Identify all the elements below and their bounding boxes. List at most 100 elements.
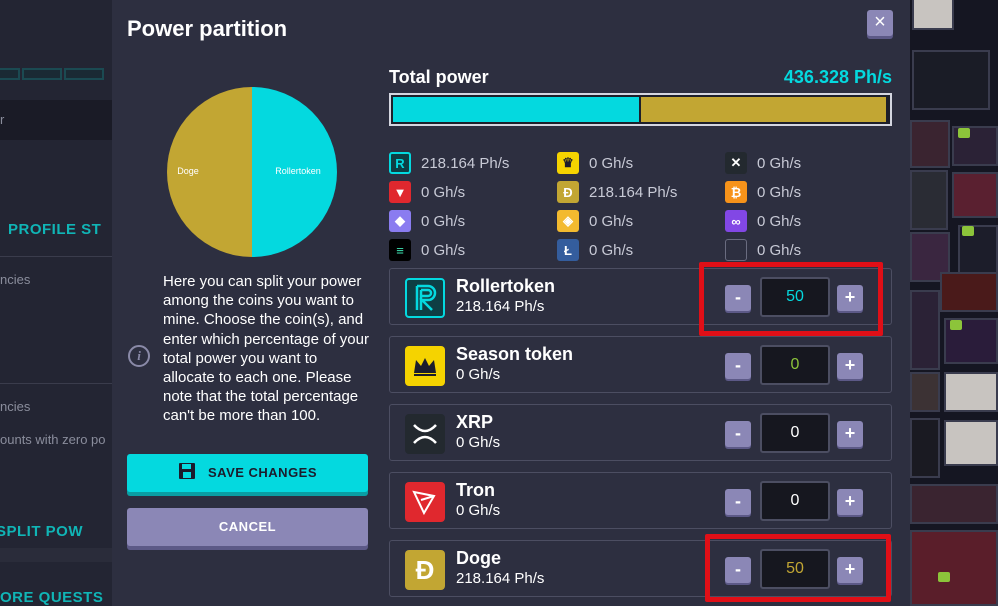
coin-row-power: 0 Gh/s [456,366,501,383]
coin-power-ethereum: ◆ 0 Gh/s [389,210,465,232]
increase-button[interactable]: + [837,421,863,447]
bg-tile [912,0,954,30]
bg-segment [0,68,20,80]
percentage-input[interactable]: 0 [760,413,830,453]
litecoin-icon: Ł [557,239,579,261]
coin-power-value: 218.164 Ph/s [589,183,678,201]
coin-power-matic: ∞ 0 Gh/s [725,210,801,232]
blank-coin-icon [725,239,747,261]
percentage-input[interactable]: 0 [760,481,830,521]
increase-button[interactable]: + [837,353,863,379]
coin-power-value: 0 Gh/s [589,154,634,172]
highlight-box [705,534,891,602]
bitcoin-icon: ₿ [725,181,747,203]
coin-power-value: 0 Gh/s [757,154,802,172]
coin-row-name: Doge [456,548,501,568]
coin-row-name: Season token [456,344,574,364]
xrp-icon [405,414,445,454]
coin-row-name: Rollertoken [456,276,556,296]
coin-power-blank: 0 Gh/s [725,239,801,261]
bg-tile [912,50,990,110]
coin-power-rollertoken: R 218.164 Ph/s [389,152,509,174]
pie-label-rollertoken: Rollertoken [275,166,321,176]
decrease-button[interactable]: - [725,353,751,379]
season-token-icon: ♛ [557,152,579,174]
decrease-button[interactable]: - [725,489,751,515]
decrease-button[interactable]: - [725,421,751,447]
bg-input [0,100,112,140]
bg-tile [952,172,998,218]
bg-segment [64,68,104,80]
pie-label-doge: Doge [177,166,199,176]
coin-power-value: 0 Gh/s [589,212,634,230]
coin-power-doge: Ð 218.164 Ph/s [557,181,677,203]
bg-tile [910,372,940,412]
bg-tile [910,530,998,606]
increase-button[interactable]: + [837,489,863,515]
highlight-box [699,262,883,336]
coin-power-xrp: ✕ 0 Gh/s [725,152,801,174]
coin-power-value: 0 Gh/s [421,183,466,201]
total-power-label: Total power [389,67,489,87]
power-partition-modal: Power partition × Rollertoken Doge Here … [112,0,910,606]
coin-power-value: 0 Gh/s [757,241,802,259]
floppy-disk-icon [178,463,195,479]
save-changes-label: SAVE CHANGES [207,465,318,480]
coin-row-season-token: Season token 0 Gh/s - 0 + [389,336,892,393]
bg-tile [944,420,998,466]
bg-badge [938,572,950,582]
coin-row-tron: Tron 0 Gh/s - 0 + [389,472,892,529]
bg-badge [958,128,970,138]
coin-power-tron: ▼ 0 Gh/s [389,181,465,203]
bg-heading: PROFILE ST [8,221,102,238]
coin-power-value: 0 Gh/s [757,212,802,230]
coin-row-power: 0 Gh/s [456,502,501,519]
background-left-panel: r PROFILE ST ncies ncies ounts with zero… [0,0,112,606]
total-power-value: 436.328 Ph/s [783,67,892,87]
coin-power-bnb: ◈ 0 Gh/s [557,210,633,232]
coin-power-solana: ≡ 0 Gh/s [389,239,465,261]
cancel-button[interactable]: CANCEL [127,508,368,546]
xrp-icon: ✕ [725,152,747,174]
bg-tile [940,272,998,312]
coin-row-power: 218.164 Ph/s [456,570,545,587]
background-right-panel [910,0,998,606]
bg-bar [0,548,112,562]
bg-tile [910,170,948,230]
coin-power-value: 0 Gh/s [757,183,802,201]
bg-badge [950,320,962,330]
coin-power-season-token: ♛ 0 Gh/s [557,152,633,174]
rollertoken-icon: R [389,152,411,174]
save-changes-button[interactable]: SAVE CHANGES [127,454,368,492]
coin-row-power: 0 Gh/s [456,434,501,451]
bnb-icon: ◈ [557,210,579,232]
ethereum-icon: ◆ [389,210,411,232]
coin-power-litecoin: Ł 0 Gh/s [557,239,633,261]
coin-power-value: 0 Gh/s [589,241,634,259]
percentage-input[interactable]: 0 [760,345,830,385]
bg-text: ncies [0,272,31,287]
bg-tile [910,290,940,370]
bg-heading: ORE QUESTS [0,589,104,606]
bg-tile [944,372,998,412]
doge-icon: Ð [405,550,445,590]
coin-power-bitcoin: ₿ 0 Gh/s [725,181,801,203]
modal-title: Power partition [127,16,288,41]
solana-icon: ≡ [389,239,411,261]
coin-power-value: 0 Gh/s [421,241,466,259]
bg-badge [962,226,974,236]
total-power-bar [389,93,892,126]
coin-row-xrp: XRP 0 Gh/s - 0 + [389,404,892,461]
tron-icon [405,482,445,522]
coin-power-value: 218.164 Ph/s [421,154,510,172]
bg-text: r [0,112,5,127]
power-pie-chart: Rollertoken Doge [167,87,337,257]
bg-text: ncies [0,399,31,414]
matic-icon: ∞ [725,210,747,232]
bg-tile [910,418,940,478]
close-button[interactable]: × [867,10,893,36]
info-icon: i [128,345,150,367]
coin-row-name: XRP [456,412,494,432]
coin-row-name: Tron [456,480,495,500]
bg-tile [910,120,950,168]
